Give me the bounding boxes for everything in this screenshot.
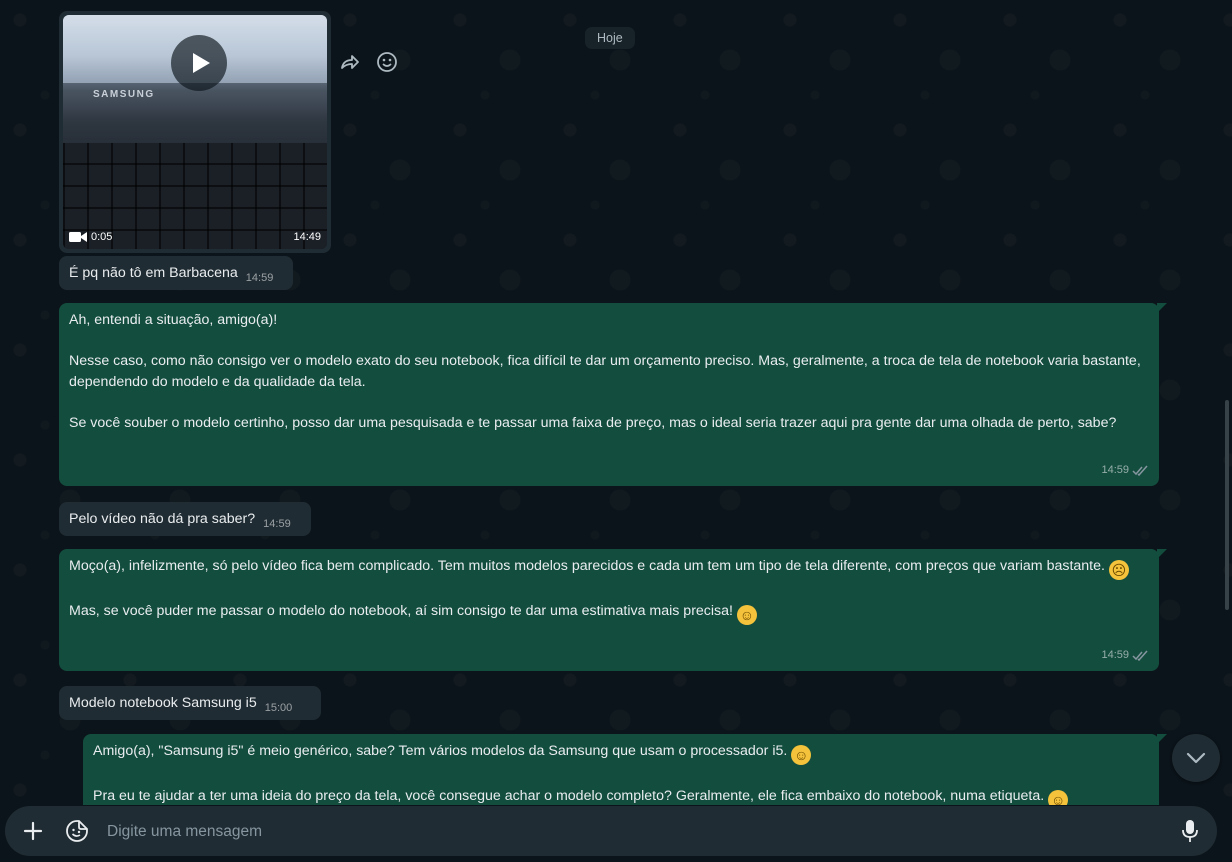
message-time: 15:00 bbox=[264, 702, 293, 714]
video-duration: 0:05 bbox=[69, 231, 112, 243]
message-meta: 14:59 bbox=[1101, 645, 1149, 666]
message-text: É pq não tô em Barbacena bbox=[69, 265, 238, 281]
message-time: 14:59 bbox=[245, 272, 274, 284]
double-check-icon bbox=[1132, 465, 1148, 477]
date-chip: Hoje bbox=[585, 27, 635, 49]
frowning-face-emoji: ☹ bbox=[1108, 560, 1129, 580]
message-text: Ah, entendi a situação, amigo(a)! Nesse … bbox=[69, 312, 1141, 431]
message-time: 14:59 bbox=[1101, 464, 1129, 477]
video-duration-text: 0:05 bbox=[91, 231, 113, 243]
sticker-icon bbox=[66, 820, 88, 842]
chevron-down-icon bbox=[1186, 752, 1206, 764]
message-input[interactable] bbox=[105, 806, 1169, 858]
grinning-sweat-emoji: ☺ bbox=[791, 745, 812, 765]
smiling-face-emoji: ☺ bbox=[736, 604, 757, 625]
message-text-block: Moço(a), infelizmente, só pelo vídeo fic… bbox=[69, 556, 1150, 625]
message-actions bbox=[339, 50, 399, 74]
smiling-face-emoji: ☺ bbox=[1048, 789, 1069, 805]
message-time: 14:59 bbox=[263, 518, 291, 530]
double-check-icon bbox=[1132, 650, 1148, 662]
forward-icon[interactable] bbox=[339, 50, 363, 74]
message-outgoing[interactable]: Amigo(a), "Samsung i5" é meio genérico, … bbox=[83, 734, 1167, 805]
message-outgoing[interactable]: Ah, entendi a situação, amigo(a)! Nesse … bbox=[59, 303, 1167, 486]
message-incoming[interactable]: Modelo notebook Samsung i5 15:00 bbox=[59, 686, 321, 720]
voice-record-button[interactable] bbox=[1176, 817, 1204, 845]
attach-button[interactable] bbox=[19, 817, 47, 845]
composer bbox=[0, 805, 1232, 862]
message-text: Modelo notebook Samsung i5 bbox=[69, 695, 257, 711]
video-camera-icon bbox=[69, 232, 87, 242]
plus-icon bbox=[23, 821, 43, 841]
video-thumbnail[interactable]: SAMSUNG 0:05 14:49 bbox=[63, 15, 327, 249]
message-text: Mas, se você puder me passar o modelo do… bbox=[69, 602, 733, 619]
video-message[interactable]: SAMSUNG 0:05 14:49 bbox=[59, 11, 331, 253]
message-text: Pelo vídeo não dá pra saber? bbox=[69, 511, 256, 527]
microphone-icon bbox=[1182, 820, 1198, 842]
message-outgoing[interactable]: Moço(a), infelizmente, só pelo vídeo fic… bbox=[59, 549, 1167, 671]
message-incoming[interactable]: É pq não tô em Barbacena 14:59 bbox=[59, 256, 293, 290]
scroll-down-button[interactable] bbox=[1172, 734, 1220, 782]
message-incoming[interactable]: Pelo vídeo não dá pra saber? 14:59 bbox=[59, 502, 311, 536]
play-button[interactable] bbox=[171, 35, 227, 91]
emoji-icon[interactable] bbox=[375, 50, 399, 74]
chat-background: Hoje SAMSUNG 0:05 14:49 É pq não tô em B… bbox=[0, 0, 1232, 805]
message-meta: 14:59 bbox=[1101, 460, 1149, 481]
thumbnail-brand-text: SAMSUNG bbox=[93, 89, 155, 100]
play-icon bbox=[193, 53, 210, 73]
message-text: Amigo(a), "Samsung i5" é meio genérico, … bbox=[93, 743, 792, 759]
message-text-block: Amigo(a), "Samsung i5" é meio genérico, … bbox=[93, 741, 1150, 805]
message-text: Moço(a), infelizmente, só pelo vídeo fic… bbox=[69, 558, 1109, 574]
message-time: 14:59 bbox=[1101, 649, 1129, 662]
message-text: Pra eu te ajudar a ter uma ideia do preç… bbox=[93, 787, 1045, 804]
sticker-button[interactable] bbox=[63, 817, 91, 845]
scrollbar[interactable] bbox=[1225, 400, 1229, 610]
video-timestamp: 14:49 bbox=[293, 231, 321, 243]
composer-box bbox=[5, 806, 1217, 858]
